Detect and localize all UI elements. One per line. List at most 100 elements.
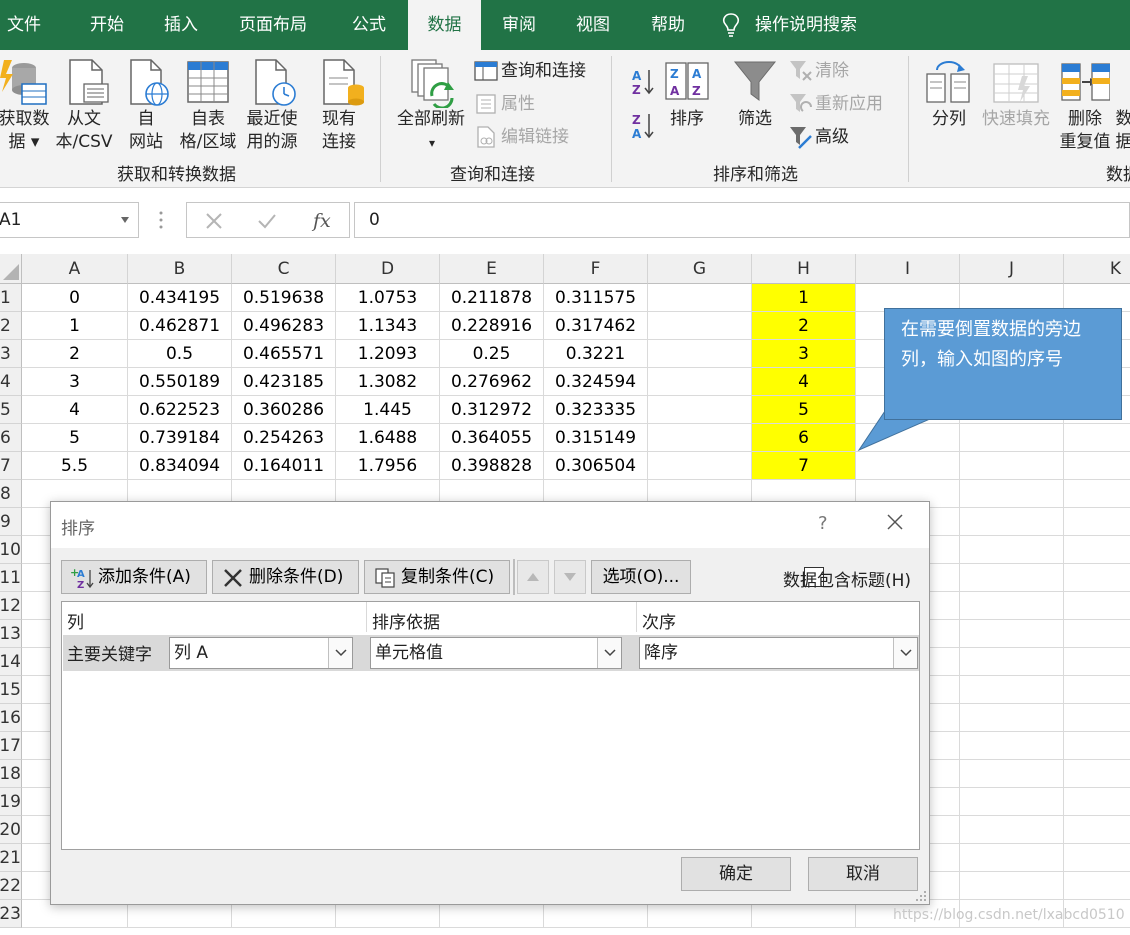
row-header-11[interactable]: 11 bbox=[0, 564, 22, 592]
cell-f6[interactable]: 0.315149 bbox=[544, 424, 648, 452]
cell-k20[interactable] bbox=[1064, 816, 1130, 844]
cell-b5[interactable]: 0.622523 bbox=[128, 396, 232, 424]
cell-k19[interactable] bbox=[1064, 788, 1130, 816]
tell-me-search[interactable]: 操作说明搜索 bbox=[755, 0, 857, 50]
cell-h4[interactable]: 4 bbox=[752, 368, 856, 396]
cell-b3[interactable]: 0.5 bbox=[128, 340, 232, 368]
cell-j9[interactable] bbox=[960, 508, 1064, 536]
cell-f1[interactable]: 0.311575 bbox=[544, 284, 648, 312]
column-select[interactable]: 列 A bbox=[169, 637, 353, 669]
from-web-button[interactable]: 自 网站 bbox=[124, 108, 168, 154]
cell-g6[interactable] bbox=[648, 424, 752, 452]
delete-condition-button[interactable]: 删除条件(D) bbox=[212, 560, 359, 594]
ok-button[interactable]: 确定 bbox=[681, 857, 791, 891]
cell-b2[interactable]: 0.462871 bbox=[128, 312, 232, 340]
cell-k7[interactable] bbox=[1064, 452, 1130, 480]
existing-connections-button[interactable]: 现有 连接 bbox=[314, 108, 364, 154]
cell-e3[interactable]: 0.25 bbox=[440, 340, 544, 368]
row-header-8[interactable]: 8 bbox=[0, 480, 22, 508]
cell-b4[interactable]: 0.550189 bbox=[128, 368, 232, 396]
confirm-entry-icon[interactable] bbox=[257, 212, 277, 230]
filter-button[interactable]: 筛选 bbox=[732, 108, 778, 131]
cell-c5[interactable]: 0.360286 bbox=[232, 396, 336, 424]
column-header-g[interactable]: G bbox=[648, 254, 752, 284]
cell-a7[interactable]: 5.5 bbox=[22, 452, 128, 480]
tab-review[interactable]: 审阅 bbox=[502, 0, 536, 50]
cell-j20[interactable] bbox=[960, 816, 1064, 844]
cell-h6[interactable]: 6 bbox=[752, 424, 856, 452]
cell-c4[interactable]: 0.423185 bbox=[232, 368, 336, 396]
cell-j18[interactable] bbox=[960, 760, 1064, 788]
row-header-6[interactable]: 6 bbox=[0, 424, 22, 452]
data-validation-button[interactable]: 数 据 bbox=[1114, 108, 1130, 154]
cell-k16[interactable] bbox=[1064, 704, 1130, 732]
tab-file[interactable]: 文件 bbox=[7, 0, 41, 50]
cell-e4[interactable]: 0.276962 bbox=[440, 368, 544, 396]
cell-c6[interactable]: 0.254263 bbox=[232, 424, 336, 452]
row-header-21[interactable]: 21 bbox=[0, 844, 22, 872]
cell-d2[interactable]: 1.1343 bbox=[336, 312, 440, 340]
column-header-a[interactable]: A bbox=[22, 254, 128, 284]
drag-handle-icon[interactable] bbox=[157, 210, 165, 230]
cell-k6[interactable] bbox=[1064, 424, 1130, 452]
tab-data[interactable]: 数据 bbox=[408, 0, 481, 50]
sort-on-select[interactable]: 单元格值 bbox=[370, 637, 622, 669]
order-select[interactable]: 降序 bbox=[639, 637, 918, 669]
cell-k8[interactable] bbox=[1064, 480, 1130, 508]
cell-h3[interactable]: 3 bbox=[752, 340, 856, 368]
row-header-9[interactable]: 9 bbox=[0, 508, 22, 536]
column-header-k[interactable]: K bbox=[1064, 254, 1130, 284]
cell-g4[interactable] bbox=[648, 368, 752, 396]
cell-a2[interactable]: 1 bbox=[22, 312, 128, 340]
cell-b6[interactable]: 0.739184 bbox=[128, 424, 232, 452]
properties-button[interactable]: 属性 bbox=[501, 93, 535, 116]
tab-help[interactable]: 帮助 bbox=[651, 0, 685, 50]
reapply-button[interactable]: 重新应用 bbox=[815, 93, 883, 116]
sort-button[interactable]: 排序 bbox=[664, 108, 710, 131]
cell-f7[interactable]: 0.306504 bbox=[544, 452, 648, 480]
cell-k18[interactable] bbox=[1064, 760, 1130, 788]
cell-a4[interactable]: 3 bbox=[22, 368, 128, 396]
row-header-16[interactable]: 16 bbox=[0, 704, 22, 732]
cell-c1[interactable]: 0.519638 bbox=[232, 284, 336, 312]
flash-fill-button[interactable]: 快速填充 bbox=[979, 108, 1053, 131]
cell-e7[interactable]: 0.398828 bbox=[440, 452, 544, 480]
cell-g7[interactable] bbox=[648, 452, 752, 480]
row-header-1[interactable]: 1 bbox=[0, 284, 22, 312]
row-header-10[interactable]: 10 bbox=[0, 536, 22, 564]
cell-d4[interactable]: 1.3082 bbox=[336, 368, 440, 396]
cell-k17[interactable] bbox=[1064, 732, 1130, 760]
options-button[interactable]: 选项(O)... bbox=[591, 560, 691, 594]
cell-k21[interactable] bbox=[1064, 844, 1130, 872]
from-text-csv-button[interactable]: 从文 本/CSV bbox=[53, 108, 115, 154]
cell-a1[interactable]: 0 bbox=[22, 284, 128, 312]
cell-j15[interactable] bbox=[960, 676, 1064, 704]
help-button[interactable]: ? bbox=[818, 513, 828, 534]
cell-c7[interactable]: 0.164011 bbox=[232, 452, 336, 480]
select-all-button[interactable] bbox=[0, 254, 22, 284]
column-header-i[interactable]: I bbox=[856, 254, 960, 284]
order-select-arrow[interactable] bbox=[893, 638, 917, 668]
row-header-15[interactable]: 15 bbox=[0, 676, 22, 704]
row-header-20[interactable]: 20 bbox=[0, 816, 22, 844]
cell-i7[interactable] bbox=[856, 452, 960, 480]
row-header-17[interactable]: 17 bbox=[0, 732, 22, 760]
column-header-e[interactable]: E bbox=[440, 254, 544, 284]
cell-g5[interactable] bbox=[648, 396, 752, 424]
cell-k12[interactable] bbox=[1064, 592, 1130, 620]
cell-j11[interactable] bbox=[960, 564, 1064, 592]
cell-e2[interactable]: 0.228916 bbox=[440, 312, 544, 340]
cancel-button[interactable]: 取消 bbox=[808, 857, 918, 891]
cell-k13[interactable] bbox=[1064, 620, 1130, 648]
refresh-all-button[interactable]: 全部刷新 bbox=[392, 108, 470, 131]
tab-insert[interactable]: 插入 bbox=[164, 0, 198, 50]
cell-h7[interactable]: 7 bbox=[752, 452, 856, 480]
recent-sources-button[interactable]: 最近使 用的源 bbox=[240, 108, 304, 154]
cell-k10[interactable] bbox=[1064, 536, 1130, 564]
row-header-22[interactable]: 22 bbox=[0, 872, 22, 900]
column-select-arrow[interactable] bbox=[328, 638, 352, 668]
cell-j14[interactable] bbox=[960, 648, 1064, 676]
row-header-14[interactable]: 14 bbox=[0, 648, 22, 676]
advanced-button[interactable]: 高级 bbox=[815, 126, 849, 149]
text-to-columns-button[interactable]: 分列 bbox=[926, 108, 972, 131]
